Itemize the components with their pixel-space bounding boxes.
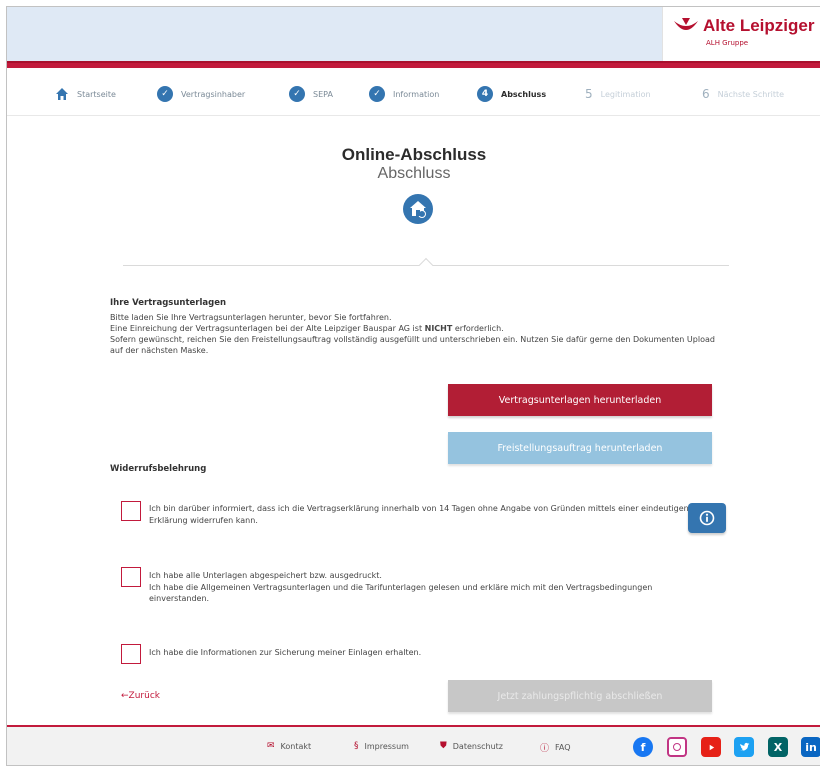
brand-sub: ALH Gruppe — [706, 39, 749, 47]
divider-notch — [418, 257, 434, 273]
footer: ✉ Kontakt § Impressum ⛊ Datenschutz ⓘ FA… — [7, 725, 820, 765]
step-sepa[interactable]: ✓ SEPA — [289, 85, 333, 103]
header-accent-bar — [7, 61, 820, 68]
info-button[interactable] — [688, 503, 726, 533]
page-subtitle: Abschluss — [377, 165, 451, 182]
step-label: Legitimation — [600, 89, 651, 99]
facebook-icon[interactable]: f — [633, 737, 653, 757]
withdrawal-checkbox[interactable] — [121, 501, 141, 521]
step-number: 5 — [585, 87, 593, 101]
documents-line3: Sofern gewünscht, reichen Sie den Freist… — [110, 335, 715, 355]
brand-name: Alte Leipziger — [703, 16, 815, 35]
step-label: Nächste Schritte — [717, 89, 785, 99]
step-naechste-schritte: 6 Nächste Schritte — [702, 85, 784, 103]
documents-saved-checkbox[interactable] — [121, 567, 141, 587]
download-exemption-button[interactable]: Freistellungsauftrag herunterladen — [448, 432, 712, 464]
checkmark-icon: ✓ — [157, 86, 173, 102]
info-circle-icon: ⓘ — [540, 744, 550, 754]
step-information[interactable]: ✓ Information — [369, 85, 439, 103]
step-home[interactable]: Startseite — [55, 85, 116, 103]
documents-line1: Bitte laden Sie Ihre Vertragsunterlagen … — [110, 313, 392, 322]
step-number: 4 — [477, 86, 493, 102]
twitter-icon[interactable] — [734, 737, 754, 757]
step-label: Information — [393, 89, 440, 99]
withdrawal-checkbox-label: Ich bin darüber informiert, dass ich die… — [149, 504, 689, 525]
deposit-info-checkbox[interactable] — [121, 644, 141, 664]
documents-line2: Eine Einreichung der Vertragsunterlagen … — [110, 324, 504, 333]
envelope-icon: ✉ — [267, 741, 275, 751]
documents-saved-label: Ich habe alle Unterlagen abgespeichert b… — [149, 571, 653, 603]
brand-logo[interactable]: Alte Leipziger ALH Gruppe — [662, 7, 820, 61]
header: Alte Leipziger ALH Gruppe — [7, 7, 820, 61]
page-frame: Alte Leipziger ALH Gruppe Startseite ✓ V… — [6, 6, 820, 766]
documents-text: Bitte laden Sie Ihre Vertragsunterlagen … — [110, 312, 730, 356]
house-document-icon — [403, 194, 433, 224]
brand-mark-icon — [674, 18, 698, 30]
step-legitimation: 5 Legitimation — [585, 85, 651, 103]
footer-privacy-link[interactable]: ⛊ Datenschutz — [440, 741, 503, 751]
linkedin-icon[interactable]: in — [801, 737, 820, 757]
back-link[interactable]: ←Zurück — [121, 691, 160, 701]
checkmark-icon: ✓ — [369, 86, 385, 102]
step-vertragsinhaber[interactable]: ✓ Vertragsinhaber — [157, 85, 245, 103]
footer-imprint-link[interactable]: § Impressum — [354, 741, 409, 751]
instagram-icon[interactable] — [667, 737, 687, 757]
step-number: 6 — [702, 87, 710, 101]
download-contract-button[interactable]: Vertragsunterlagen herunterladen — [448, 384, 712, 416]
footer-contact-link[interactable]: ✉ Kontakt — [267, 741, 311, 751]
xing-icon[interactable]: X — [768, 737, 788, 757]
footer-faq-link[interactable]: ⓘ FAQ — [540, 741, 571, 754]
youtube-icon[interactable] — [701, 737, 721, 757]
withdrawal-heading: Widerrufsbelehrung — [110, 464, 207, 474]
step-label: Vertragsinhaber — [181, 89, 246, 99]
step-abschluss: 4 Abschluss — [477, 85, 546, 103]
progress-stepper: Startseite ✓ Vertragsinhaber ✓ SEPA ✓ In… — [7, 68, 820, 116]
paragraph-icon: § — [354, 741, 359, 751]
shield-icon: ⛊ — [440, 741, 447, 751]
submit-button[interactable]: Jetzt zahlungspflichtig abschließen — [448, 680, 712, 712]
checkmark-icon: ✓ — [289, 86, 305, 102]
home-icon — [56, 88, 68, 100]
deposit-info-label: Ich habe die Informationen zur Sicherung… — [149, 648, 422, 657]
info-icon — [699, 510, 715, 526]
documents-heading: Ihre Vertragsunterlagen — [110, 298, 227, 308]
page-title: Online-Abschluss — [341, 145, 487, 164]
step-label: SEPA — [313, 89, 333, 99]
step-label: Abschluss — [501, 89, 547, 99]
step-home-label: Startseite — [77, 89, 116, 99]
